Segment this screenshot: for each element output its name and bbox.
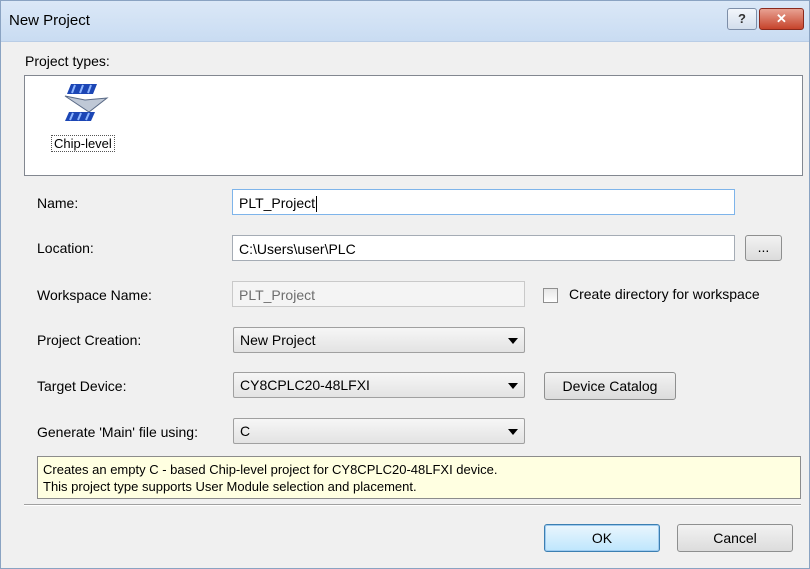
workspace-name-label: Workspace Name: [37,287,152,303]
ok-button[interactable]: OK [544,524,660,552]
main-file-label: Generate 'Main' file using: [37,424,198,440]
description-panel: Creates an empty C - based Chip-level pr… [37,456,801,499]
project-type-label: Chip-level [51,135,115,152]
create-directory-checkbox[interactable] [543,288,558,303]
title-bar: New Project ? ✕ [1,1,809,42]
main-file-value: C [240,423,251,439]
chip-level-icon [64,84,109,121]
close-button[interactable]: ✕ [759,8,804,30]
project-creation-select[interactable]: New Project [233,327,525,353]
location-input[interactable]: C:\Users\user\PLC [232,235,735,261]
cancel-button[interactable]: Cancel [677,524,793,552]
main-file-select[interactable]: C [233,418,525,444]
text-caret [316,196,317,213]
window-title: New Project [9,12,90,29]
project-types-label: Project types: [25,53,110,69]
description-line-2: This project type supports User Module s… [43,479,417,494]
target-device-value: CY8CPLC20-48LFXI [240,377,370,393]
help-button[interactable]: ? [727,8,757,30]
target-device-select[interactable]: CY8CPLC20-48LFXI [233,372,525,398]
chevron-down-icon [508,338,518,344]
name-value: PLT_Project [239,195,315,211]
chevron-down-icon [508,383,518,389]
chevron-down-icon [508,429,518,435]
location-label: Location: [37,240,94,256]
target-device-label: Target Device: [37,378,127,394]
create-directory-label: Create directory for workspace [569,286,760,302]
name-input[interactable]: PLT_Project [232,189,735,215]
new-project-dialog: New Project ? ✕ Project types: Chip-leve… [0,0,810,569]
project-creation-value: New Project [240,332,316,348]
name-label: Name: [37,195,79,211]
separator [24,504,801,506]
project-creation-label: Project Creation: [37,332,142,348]
browse-button[interactable]: ... [745,235,782,261]
workspace-name-input[interactable]: PLT_Project [232,281,525,307]
project-types-list[interactable]: Chip-level [24,75,803,176]
device-catalog-button[interactable]: Device Catalog [544,372,676,400]
description-line-1: Creates an empty C - based Chip-level pr… [43,462,498,477]
